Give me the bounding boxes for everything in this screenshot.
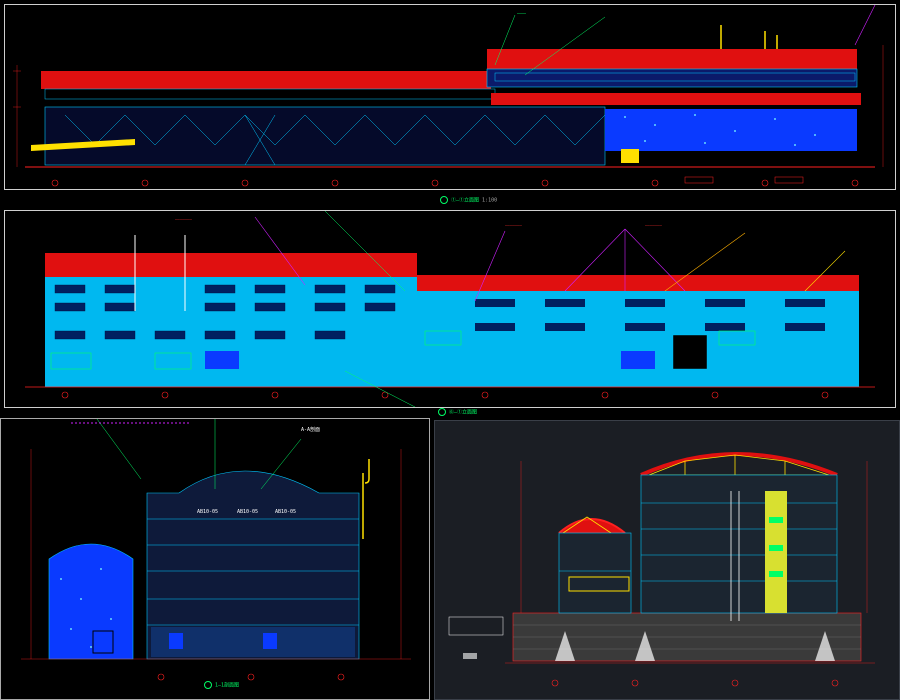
elevation-panel-top: ——— [4,4,896,190]
room-tag-3: AB10-05 [275,509,296,515]
section-drawing-right [448,452,875,687]
title-bubble-icon [204,681,212,689]
stair-core [765,491,787,613]
roof-high [487,49,857,69]
section-panel-right [434,420,900,700]
title-elevation-1: ①—①立面图 1:100 [440,196,497,204]
roof-left [45,253,417,277]
axis-markers [51,179,859,187]
title-section-1: 1—1剖面图 [204,681,239,689]
annotation-text-2: ——————— [505,223,522,228]
elevation-drawing-middle: ——————— ——————— ——————— [25,211,875,407]
annotation-text-3: ——————— [645,223,662,228]
leader-text-top: ——— [517,11,527,17]
roof-right [417,275,859,291]
facade-dotted-wall [605,109,857,151]
section-tag: A-A剖面 [301,426,320,433]
room-tag-1: AB10-05 [197,509,218,515]
title-bubble-icon [438,408,446,416]
roof-low [41,71,491,89]
facade-structure [44,106,606,166]
elevation-panel-middle: ——————— ——————— ——————— [4,210,896,408]
axis-markers-middle [61,391,829,399]
section-panel-left: AB10-05 AB10-05 AB10-05 A-A剖面 [0,418,430,700]
roof-arch-large [640,452,838,477]
annotation-text-1: ——————— [175,217,192,222]
section-drawing-left: AB10-05 AB10-05 AB10-05 A-A剖面 [21,419,411,681]
roof-arch-small [558,518,626,534]
room-tag-2: AB10-05 [237,509,258,515]
title-bubble-icon [440,196,448,204]
dome-block-left [48,543,134,660]
title-elevation-2: ⑥—①立面图 [438,408,477,416]
elevation-drawing-top: ——— [13,5,884,187]
